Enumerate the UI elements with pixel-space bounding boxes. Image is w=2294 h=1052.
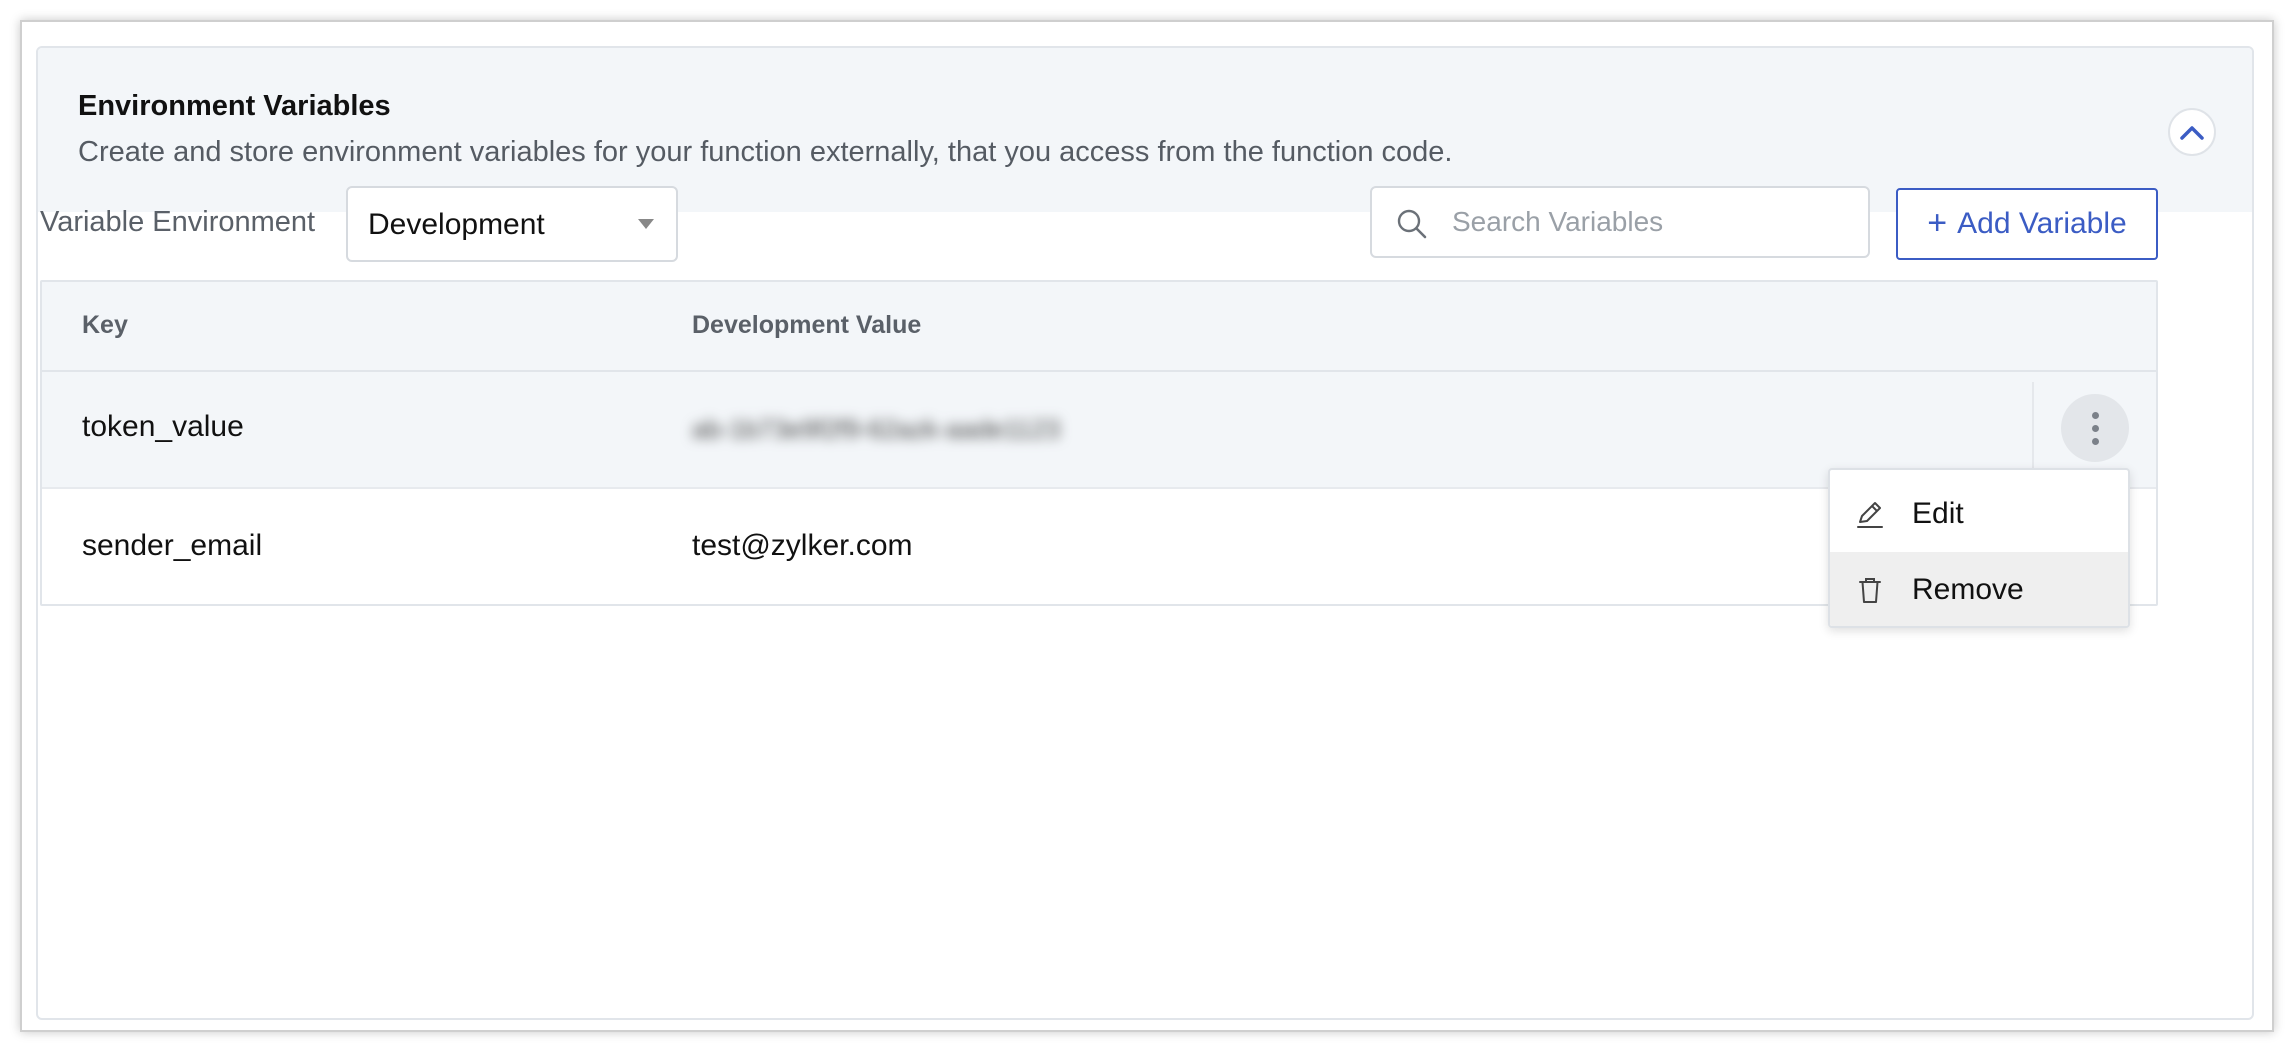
pencil-icon [1857, 502, 1883, 528]
search-icon [1397, 209, 1427, 239]
chevron-up-icon [2180, 126, 2204, 140]
add-variable-button[interactable]: + Add Variable [1896, 188, 2158, 260]
menu-item-remove[interactable]: Remove [1830, 552, 2128, 626]
variable-key: sender_email [82, 529, 263, 562]
search-box [1370, 186, 1870, 258]
section-title: Environment Variables [78, 90, 391, 122]
environment-select-value: Development [368, 208, 545, 241]
column-header-development-value: Development Value [692, 311, 922, 339]
caret-down-icon [638, 219, 654, 229]
variable-value-masked: ab-1b73e9f2f9-62azk-aade1123 [692, 414, 1061, 444]
variable-value: test@zylker.com [692, 529, 913, 562]
environment-select[interactable]: Development [346, 186, 678, 262]
table-header: Key Development Value [42, 282, 2156, 372]
column-header-key: Key [82, 311, 128, 339]
section-description: Create and store environment variables f… [78, 136, 1453, 168]
more-vertical-icon-dot [2091, 424, 2099, 432]
more-vertical-icon-dot [2091, 437, 2099, 445]
more-vertical-icon [2091, 411, 2099, 419]
menu-item-edit[interactable]: Edit [1830, 476, 2128, 552]
menu-item-edit-label: Edit [1912, 497, 1964, 530]
collapse-button[interactable] [2168, 108, 2216, 156]
plus-icon: + [1927, 203, 1948, 242]
menu-item-remove-label: Remove [1912, 573, 2024, 606]
variable-environment-label: Variable Environment [40, 206, 316, 238]
add-variable-label: Add Variable [1957, 207, 2127, 240]
trash-icon [1859, 578, 1881, 603]
search-variables-input[interactable] [1452, 202, 1852, 242]
variable-key: token_value [82, 410, 244, 443]
row-actions-menu: Edit Remove [1828, 468, 2130, 628]
row-more-options-button[interactable] [2061, 394, 2129, 462]
